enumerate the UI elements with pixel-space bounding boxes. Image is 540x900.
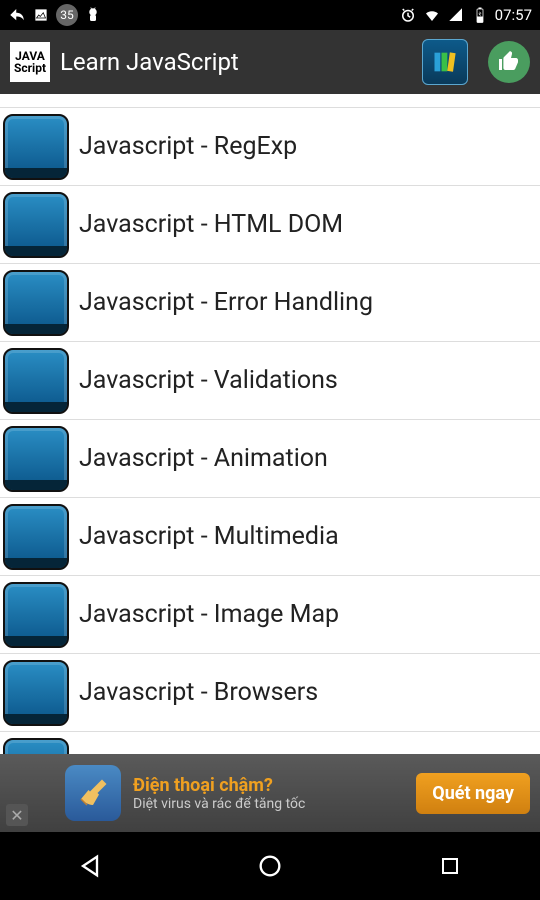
app-bar: JAVA Script Learn JavaScript bbox=[0, 30, 540, 94]
app-icon: JAVA Script bbox=[10, 42, 50, 82]
list-item[interactable]: Javascript - Multimedia bbox=[0, 498, 540, 576]
list-item-label: Javascript - RegExp bbox=[79, 132, 297, 161]
ad-banner[interactable]: ✕ Điện thoại chậm? Diệt virus và rác để … bbox=[0, 754, 540, 832]
recent-apps-button[interactable] bbox=[430, 846, 470, 886]
android-icon bbox=[84, 6, 102, 24]
status-bar: 35 07:57 bbox=[0, 0, 540, 30]
book-icon bbox=[3, 582, 69, 648]
list-item[interactable]: Javascript - Image Map bbox=[0, 576, 540, 654]
book-icon bbox=[3, 114, 69, 180]
bird-icon bbox=[8, 6, 26, 24]
book-icon bbox=[3, 504, 69, 570]
list-item[interactable]: Javascript - Error Handling bbox=[0, 264, 540, 342]
list-item[interactable]: Javascript - Animation bbox=[0, 420, 540, 498]
signal-icon bbox=[447, 6, 465, 24]
ad-cta-button[interactable]: Quét ngay bbox=[416, 773, 530, 814]
list-item-label: Javascript - Validations bbox=[79, 366, 338, 395]
ad-title: Điện thoại chậm? bbox=[133, 775, 404, 796]
battery-icon bbox=[471, 6, 489, 24]
ad-broom-icon bbox=[65, 765, 121, 821]
navigation-bar bbox=[0, 832, 540, 900]
home-button[interactable] bbox=[250, 846, 290, 886]
list-item-label: Javascript - Multimedia bbox=[79, 522, 339, 551]
image-icon bbox=[32, 6, 50, 24]
back-button[interactable] bbox=[70, 846, 110, 886]
list-item[interactable]: Javascript - HTML DOM bbox=[0, 186, 540, 264]
book-icon bbox=[3, 192, 69, 258]
ad-text: Điện thoại chậm? Diệt virus và rác để tă… bbox=[133, 775, 404, 812]
books-action-icon[interactable] bbox=[422, 39, 468, 85]
app-title: Learn JavaScript bbox=[60, 48, 412, 76]
book-icon bbox=[3, 660, 69, 726]
topic-list[interactable]: Javascript - RegExp Javascript - HTML DO… bbox=[0, 94, 540, 810]
book-icon bbox=[3, 270, 69, 336]
list-item-partial[interactable] bbox=[0, 94, 540, 108]
list-item[interactable]: Javascript - Browsers bbox=[0, 654, 540, 732]
list-item-label: Javascript - Browsers bbox=[79, 678, 318, 707]
wifi-icon bbox=[423, 6, 441, 24]
book-icon bbox=[3, 426, 69, 492]
notification-count-badge: 35 bbox=[56, 4, 78, 26]
thumbs-up-button[interactable] bbox=[488, 41, 530, 83]
list-item-label: Javascript - Error Handling bbox=[79, 288, 373, 317]
clock-text: 07:57 bbox=[495, 6, 532, 24]
list-item[interactable]: Javascript - Validations bbox=[0, 342, 540, 420]
ad-close-button[interactable]: ✕ bbox=[6, 804, 28, 826]
alarm-icon bbox=[399, 6, 417, 24]
ad-subtitle: Diệt virus và rác để tăng tốc bbox=[133, 796, 404, 812]
list-item-label: Javascript - HTML DOM bbox=[79, 210, 343, 239]
list-item-label: Javascript - Image Map bbox=[79, 600, 339, 629]
book-icon bbox=[3, 348, 69, 414]
list-item[interactable]: Javascript - RegExp bbox=[0, 108, 540, 186]
list-item-label: Javascript - Animation bbox=[79, 444, 328, 473]
